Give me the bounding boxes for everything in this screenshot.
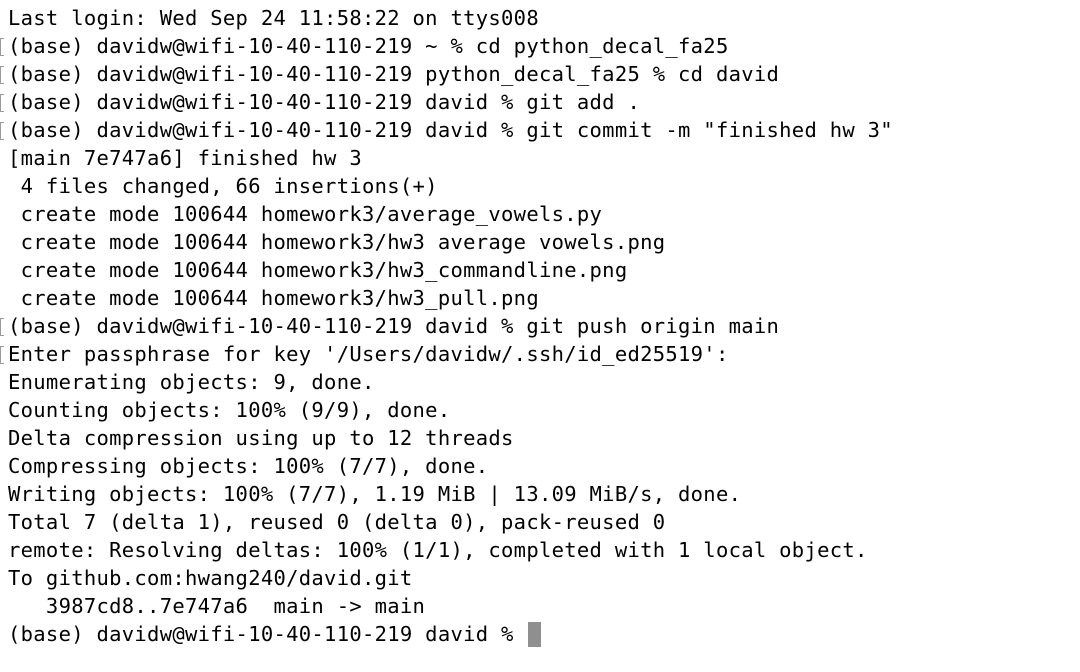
terminal-line-text: [main 7e747a6] finished hw 3 — [8, 146, 362, 170]
terminal-line-text: (base) davidw@wifi-10-40-110-219 david %… — [8, 118, 893, 142]
terminal-line-text: (base) davidw@wifi-10-40-110-219 ~ % cd … — [8, 34, 729, 58]
terminal-line: (base) davidw@wifi-10-40-110-219 ~ % cd … — [0, 32, 1080, 60]
terminal-line-text: create mode 100644 homework3/hw3_command… — [8, 258, 628, 282]
command-mark-icon — [0, 346, 4, 364]
terminal-line-text: To github.com:hwang240/david.git — [8, 566, 413, 590]
terminal-line-text: Writing objects: 100% (7/7), 1.19 MiB | … — [8, 482, 742, 506]
command-mark-icon — [0, 38, 4, 56]
terminal-line-text: (base) davidw@wifi-10-40-110-219 david %… — [8, 314, 780, 338]
terminal-line-text: create mode 100644 homework3/hw3_pull.pn… — [8, 286, 539, 310]
terminal-window[interactable]: Last login: Wed Sep 24 11:58:22 on ttys0… — [0, 0, 1080, 672]
terminal-line-text: Last login: Wed Sep 24 11:58:22 on ttys0… — [8, 6, 539, 30]
command-mark-icon — [0, 318, 4, 336]
terminal-line-text: create mode 100644 homework3/average_vow… — [8, 202, 603, 226]
terminal-line: To github.com:hwang240/david.git — [0, 564, 1080, 592]
terminal-line: (base) davidw@wifi-10-40-110-219 david %… — [0, 312, 1080, 340]
terminal-line: create mode 100644 homework3/average_vow… — [0, 200, 1080, 228]
terminal-line: (base) davidw@wifi-10-40-110-219 david %… — [0, 116, 1080, 144]
terminal-line: Last login: Wed Sep 24 11:58:22 on ttys0… — [0, 4, 1080, 32]
terminal-line-text: (base) davidw@wifi-10-40-110-219 david %… — [8, 90, 641, 114]
prompt-text: (base) davidw@wifi-10-40-110-219 david % — [8, 622, 527, 646]
terminal-line-text: Enumerating objects: 9, done. — [8, 370, 375, 394]
terminal-line: 4 files changed, 66 insertions(+) — [0, 172, 1080, 200]
terminal-line: (base) davidw@wifi-10-40-110-219 python_… — [0, 60, 1080, 88]
terminal-line-text: Enter passphrase for key '/Users/davidw/… — [8, 342, 729, 366]
terminal-line-text: 4 files changed, 66 insertions(+) — [8, 174, 438, 198]
terminal-line-text: create mode 100644 homework3/hw3 average… — [8, 230, 666, 254]
terminal-line-text: Counting objects: 100% (9/9), done. — [8, 398, 451, 422]
terminal-line: 3987cd8..7e747a6 main -> main — [0, 592, 1080, 620]
command-mark-icon — [0, 122, 4, 140]
terminal-line: Total 7 (delta 1), reused 0 (delta 0), p… — [0, 508, 1080, 536]
terminal-line-text: Compressing objects: 100% (7/7), done. — [8, 454, 489, 478]
terminal-line-text: 3987cd8..7e747a6 main -> main — [8, 594, 426, 618]
terminal-line-text: (base) davidw@wifi-10-40-110-219 python_… — [8, 62, 780, 86]
terminal-output: Last login: Wed Sep 24 11:58:22 on ttys0… — [0, 4, 1080, 620]
terminal-line: remote: Resolving deltas: 100% (1/1), co… — [0, 536, 1080, 564]
terminal-line-text: remote: Resolving deltas: 100% (1/1), co… — [8, 538, 868, 562]
terminal-line: Writing objects: 100% (7/7), 1.19 MiB | … — [0, 480, 1080, 508]
terminal-line: create mode 100644 homework3/hw3_pull.pn… — [0, 284, 1080, 312]
command-mark-icon — [0, 66, 4, 84]
terminal-line: Enumerating objects: 9, done. — [0, 368, 1080, 396]
terminal-line: Enter passphrase for key '/Users/davidw/… — [0, 340, 1080, 368]
terminal-line: Counting objects: 100% (9/9), done. — [0, 396, 1080, 424]
terminal-line: Delta compression using up to 12 threads — [0, 424, 1080, 452]
terminal-line: [main 7e747a6] finished hw 3 — [0, 144, 1080, 172]
terminal-prompt-line[interactable]: (base) davidw@wifi-10-40-110-219 david % — [0, 620, 1080, 648]
command-mark-icon — [0, 94, 4, 112]
terminal-line-text: Total 7 (delta 1), reused 0 (delta 0), p… — [8, 510, 666, 534]
terminal-line: create mode 100644 homework3/hw3 average… — [0, 228, 1080, 256]
text-cursor — [528, 622, 542, 647]
terminal-line: create mode 100644 homework3/hw3_command… — [0, 256, 1080, 284]
terminal-line-text: Delta compression using up to 12 threads — [8, 426, 514, 450]
terminal-line: (base) davidw@wifi-10-40-110-219 david %… — [0, 88, 1080, 116]
terminal-line: Compressing objects: 100% (7/7), done. — [0, 452, 1080, 480]
